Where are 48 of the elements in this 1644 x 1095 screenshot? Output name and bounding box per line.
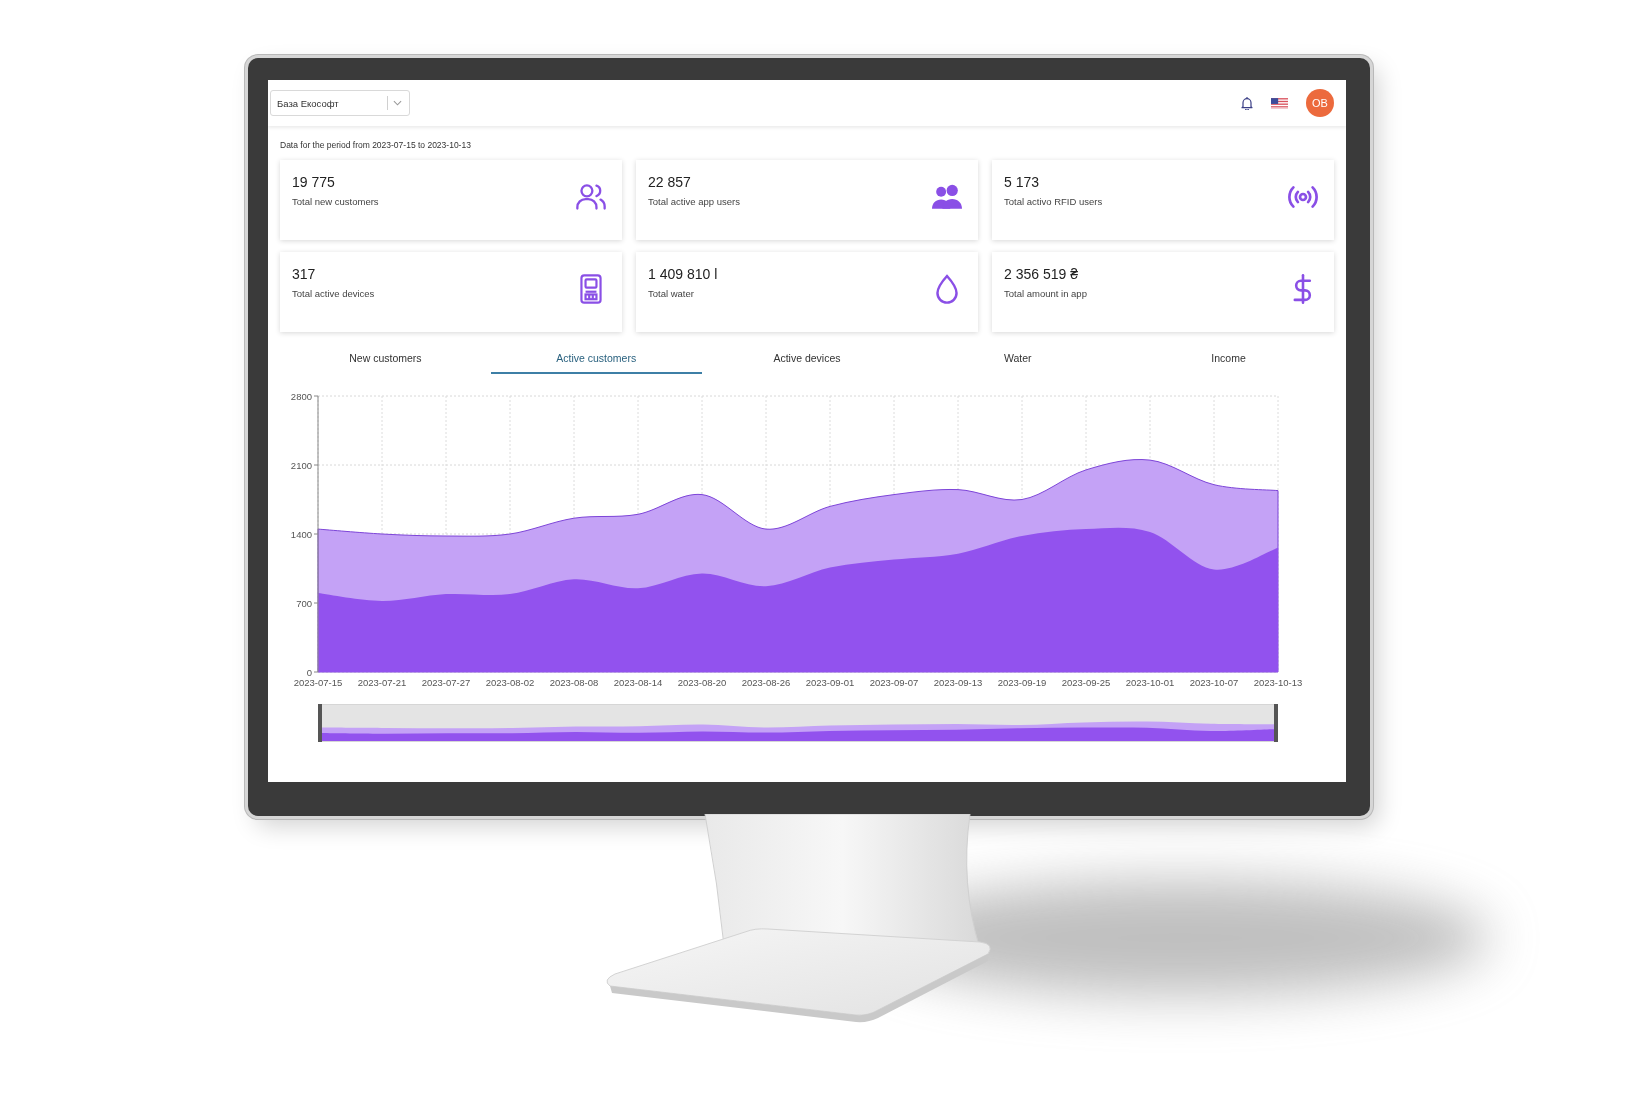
- x-axis-label: 2023-07-27: [421, 677, 471, 688]
- stat-value: 19 775: [292, 174, 336, 190]
- stat-value: 1 409 810 l: [648, 266, 718, 282]
- x-axis-label: 2023-07-15: [293, 677, 343, 688]
- chart-tab[interactable]: Active customers: [490, 348, 702, 374]
- chart-tab[interactable]: Income: [1123, 348, 1334, 374]
- brush-handle[interactable]: [1274, 704, 1278, 742]
- x-axis-label: 2023-10-13: [1253, 677, 1303, 688]
- x-axis-label: 2023-08-26: [741, 677, 791, 688]
- x-axis-label: 2023-10-01: [1125, 677, 1175, 688]
- period-note: Data for the period from 2023-07-15 to 2023-10-13: [279, 139, 472, 150]
- organization-select[interactable]: База Екософт: [270, 90, 410, 116]
- users-icon: [932, 182, 962, 212]
- brush-handle[interactable]: [318, 704, 322, 742]
- stat-value: 22 857: [648, 174, 692, 190]
- x-axis-label: 2023-10-07: [1189, 677, 1239, 688]
- stat-label: Total active app users: [648, 196, 740, 207]
- x-axis-label: 2023-09-25: [1061, 677, 1111, 688]
- y-axis-label: 700: [296, 597, 312, 609]
- x-axis-label: 2023-09-19: [997, 677, 1047, 688]
- chart-tab[interactable]: New customers: [280, 348, 491, 374]
- stat-label: Total amount in app: [1004, 288, 1087, 299]
- stat-label: Total new customers: [292, 196, 379, 207]
- y-axis-label: 2800: [290, 390, 312, 402]
- x-axis-label: 2023-08-02: [485, 677, 535, 688]
- notification-bell-icon[interactable]: [1241, 96, 1253, 110]
- stat-value: 2 356 519 ₴: [1004, 266, 1079, 282]
- x-axis-label: 2023-08-08: [549, 677, 599, 688]
- flag-icon[interactable]: [1271, 97, 1288, 109]
- y-axis-label: 1400: [290, 528, 312, 540]
- y-axis-label: 0: [306, 666, 312, 678]
- x-axis-label: 2023-09-01: [805, 677, 855, 688]
- stat-value: 317: [292, 266, 317, 282]
- y-axis-label: 2100: [290, 459, 312, 471]
- x-axis-label: 2023-08-20: [677, 677, 727, 688]
- stat-label: Total activo RFID users: [1004, 196, 1103, 207]
- overview-range-brush[interactable]: [318, 704, 1278, 742]
- stat-label: Total active devices: [292, 288, 375, 299]
- users-outline-icon: [576, 182, 606, 212]
- chart-tab[interactable]: Water: [912, 348, 1124, 374]
- stat-value: 5 173: [1004, 174, 1041, 190]
- x-axis-label: 2023-09-13: [933, 677, 983, 688]
- chart-tab[interactable]: Active devices: [701, 348, 913, 374]
- x-axis-label: 2023-08-14: [613, 677, 663, 688]
- caret-icon: [393, 100, 402, 106]
- stat-label: Total water: [648, 288, 695, 299]
- x-axis-label: 2023-09-07: [869, 677, 919, 688]
- x-axis-label: 2023-07-21: [357, 677, 407, 688]
